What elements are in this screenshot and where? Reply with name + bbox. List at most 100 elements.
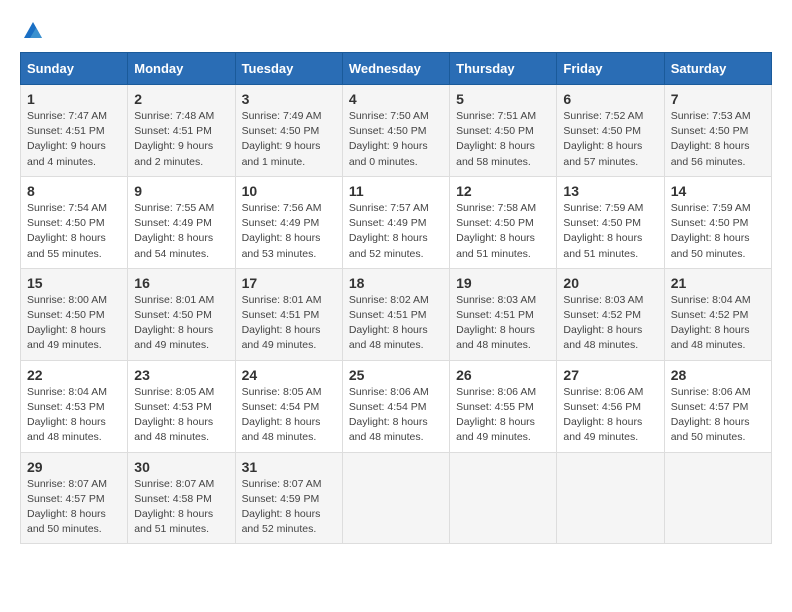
calendar-cell: 31 Sunrise: 8:07 AM Sunset: 4:59 PM Dayli…	[235, 452, 342, 544]
calendar-cell: 13 Sunrise: 7:59 AM Sunset: 4:50 PM Dayli…	[557, 176, 664, 268]
day-number: 24	[242, 367, 336, 383]
header-monday: Monday	[128, 53, 235, 85]
calendar-cell: 25 Sunrise: 8:06 AM Sunset: 4:54 PM Dayli…	[342, 360, 449, 452]
calendar-cell: 12 Sunrise: 7:58 AM Sunset: 4:50 PM Dayli…	[450, 176, 557, 268]
calendar-cell: 1 Sunrise: 7:47 AM Sunset: 4:51 PM Daylig…	[21, 85, 128, 177]
header-thursday: Thursday	[450, 53, 557, 85]
day-number: 11	[349, 183, 443, 199]
calendar-week-row: 22 Sunrise: 8:04 AM Sunset: 4:53 PM Dayli…	[21, 360, 772, 452]
day-detail: Sunrise: 8:04 AM Sunset: 4:53 PM Dayligh…	[27, 385, 121, 446]
calendar-week-row: 29 Sunrise: 8:07 AM Sunset: 4:57 PM Dayli…	[21, 452, 772, 544]
calendar-cell: 11Sunrise: 7:57 AM Sunset: 4:49 PM Dayli…	[342, 176, 449, 268]
day-number: 15	[27, 275, 121, 291]
day-detail: Sunrise: 7:54 AM Sunset: 4:50 PM Dayligh…	[27, 201, 121, 262]
calendar-cell	[450, 452, 557, 544]
day-number: 26	[456, 367, 550, 383]
day-detail: Sunrise: 8:00 AM Sunset: 4:50 PM Dayligh…	[27, 293, 121, 354]
day-detail: Sunrise: 7:53 AM Sunset: 4:50 PM Dayligh…	[671, 109, 765, 170]
calendar-cell: 16Sunrise: 8:01 AM Sunset: 4:50 PM Dayli…	[128, 268, 235, 360]
calendar-cell: 28 Sunrise: 8:06 AM Sunset: 4:57 PM Dayli…	[664, 360, 771, 452]
calendar-cell: 5 Sunrise: 7:51 AM Sunset: 4:50 PM Daylig…	[450, 85, 557, 177]
calendar-week-row: 1 Sunrise: 7:47 AM Sunset: 4:51 PM Daylig…	[21, 85, 772, 177]
day-number: 13	[563, 183, 657, 199]
day-number: 1	[27, 91, 121, 107]
calendar-cell: 9 Sunrise: 7:55 AM Sunset: 4:49 PM Daylig…	[128, 176, 235, 268]
header-saturday: Saturday	[664, 53, 771, 85]
day-number: 4	[349, 91, 443, 107]
calendar-cell: 29 Sunrise: 8:07 AM Sunset: 4:57 PM Dayli…	[21, 452, 128, 544]
day-number: 9	[134, 183, 228, 199]
calendar-cell: 21 Sunrise: 8:04 AM Sunset: 4:52 PM Dayli…	[664, 268, 771, 360]
day-number: 31	[242, 459, 336, 475]
day-number: 19	[456, 275, 550, 291]
calendar-cell	[557, 452, 664, 544]
day-detail: Sunrise: 7:48 AM Sunset: 4:51 PM Dayligh…	[134, 109, 228, 170]
calendar-cell: 26 Sunrise: 8:06 AM Sunset: 4:55 PM Dayli…	[450, 360, 557, 452]
calendar-cell: 20 Sunrise: 8:03 AM Sunset: 4:52 PM Dayli…	[557, 268, 664, 360]
day-detail: Sunrise: 7:55 AM Sunset: 4:49 PM Dayligh…	[134, 201, 228, 262]
day-detail: Sunrise: 8:05 AM Sunset: 4:53 PM Dayligh…	[134, 385, 228, 446]
day-number: 10	[242, 183, 336, 199]
day-detail: Sunrise: 7:50 AM Sunset: 4:50 PM Dayligh…	[349, 109, 443, 170]
day-detail: Sunrise: 8:06 AM Sunset: 4:57 PM Dayligh…	[671, 385, 765, 446]
calendar-cell	[342, 452, 449, 544]
calendar-week-row: 8 Sunrise: 7:54 AM Sunset: 4:50 PM Daylig…	[21, 176, 772, 268]
calendar-cell: 27Sunrise: 8:06 AM Sunset: 4:56 PM Dayli…	[557, 360, 664, 452]
day-number: 18	[349, 275, 443, 291]
day-number: 29	[27, 459, 121, 475]
day-number: 2	[134, 91, 228, 107]
calendar-cell	[664, 452, 771, 544]
day-number: 20	[563, 275, 657, 291]
day-number: 25	[349, 367, 443, 383]
day-detail: Sunrise: 7:58 AM Sunset: 4:50 PM Dayligh…	[456, 201, 550, 262]
calendar-cell: 15 Sunrise: 8:00 AM Sunset: 4:50 PM Dayli…	[21, 268, 128, 360]
day-detail: Sunrise: 7:52 AM Sunset: 4:50 PM Dayligh…	[563, 109, 657, 170]
header-friday: Friday	[557, 53, 664, 85]
calendar-cell: 14 Sunrise: 7:59 AM Sunset: 4:50 PM Dayli…	[664, 176, 771, 268]
day-detail: Sunrise: 8:04 AM Sunset: 4:52 PM Dayligh…	[671, 293, 765, 354]
day-detail: Sunrise: 8:07 AM Sunset: 4:57 PM Dayligh…	[27, 477, 121, 538]
day-number: 23	[134, 367, 228, 383]
calendar-cell: 3Sunrise: 7:49 AM Sunset: 4:50 PM Daylig…	[235, 85, 342, 177]
calendar-cell: 23 Sunrise: 8:05 AM Sunset: 4:53 PM Dayli…	[128, 360, 235, 452]
calendar-cell: 17Sunrise: 8:01 AM Sunset: 4:51 PM Dayli…	[235, 268, 342, 360]
calendar-cell: 10Sunrise: 7:56 AM Sunset: 4:49 PM Dayli…	[235, 176, 342, 268]
day-detail: Sunrise: 8:01 AM Sunset: 4:50 PM Dayligh…	[134, 293, 228, 354]
day-number: 8	[27, 183, 121, 199]
calendar-header-row: SundayMondayTuesdayWednesdayThursdayFrid…	[21, 53, 772, 85]
day-detail: Sunrise: 8:03 AM Sunset: 4:52 PM Dayligh…	[563, 293, 657, 354]
calendar-table: SundayMondayTuesdayWednesdayThursdayFrid…	[20, 52, 772, 544]
day-detail: Sunrise: 8:06 AM Sunset: 4:56 PM Dayligh…	[563, 385, 657, 446]
calendar-cell: 7 Sunrise: 7:53 AM Sunset: 4:50 PM Daylig…	[664, 85, 771, 177]
day-detail: Sunrise: 7:47 AM Sunset: 4:51 PM Dayligh…	[27, 109, 121, 170]
header-wednesday: Wednesday	[342, 53, 449, 85]
day-number: 21	[671, 275, 765, 291]
calendar-cell: 6 Sunrise: 7:52 AM Sunset: 4:50 PM Daylig…	[557, 85, 664, 177]
day-detail: Sunrise: 8:06 AM Sunset: 4:54 PM Dayligh…	[349, 385, 443, 446]
day-detail: Sunrise: 8:06 AM Sunset: 4:55 PM Dayligh…	[456, 385, 550, 446]
day-number: 6	[563, 91, 657, 107]
day-detail: Sunrise: 8:03 AM Sunset: 4:51 PM Dayligh…	[456, 293, 550, 354]
logo	[20, 20, 44, 42]
day-number: 14	[671, 183, 765, 199]
logo-icon	[22, 20, 44, 42]
day-detail: Sunrise: 8:05 AM Sunset: 4:54 PM Dayligh…	[242, 385, 336, 446]
page-header	[20, 20, 772, 42]
day-number: 17	[242, 275, 336, 291]
day-number: 22	[27, 367, 121, 383]
day-number: 3	[242, 91, 336, 107]
calendar-cell: 19 Sunrise: 8:03 AM Sunset: 4:51 PM Dayli…	[450, 268, 557, 360]
day-number: 7	[671, 91, 765, 107]
day-number: 28	[671, 367, 765, 383]
day-number: 12	[456, 183, 550, 199]
calendar-week-row: 15 Sunrise: 8:00 AM Sunset: 4:50 PM Dayli…	[21, 268, 772, 360]
day-detail: Sunrise: 7:51 AM Sunset: 4:50 PM Dayligh…	[456, 109, 550, 170]
calendar-cell: 8 Sunrise: 7:54 AM Sunset: 4:50 PM Daylig…	[21, 176, 128, 268]
day-detail: Sunrise: 8:07 AM Sunset: 4:59 PM Dayligh…	[242, 477, 336, 538]
calendar-cell: 30Sunrise: 8:07 AM Sunset: 4:58 PM Dayli…	[128, 452, 235, 544]
calendar-cell: 18Sunrise: 8:02 AM Sunset: 4:51 PM Dayli…	[342, 268, 449, 360]
day-detail: Sunrise: 7:59 AM Sunset: 4:50 PM Dayligh…	[563, 201, 657, 262]
day-detail: Sunrise: 7:59 AM Sunset: 4:50 PM Dayligh…	[671, 201, 765, 262]
day-number: 5	[456, 91, 550, 107]
day-detail: Sunrise: 8:07 AM Sunset: 4:58 PM Dayligh…	[134, 477, 228, 538]
